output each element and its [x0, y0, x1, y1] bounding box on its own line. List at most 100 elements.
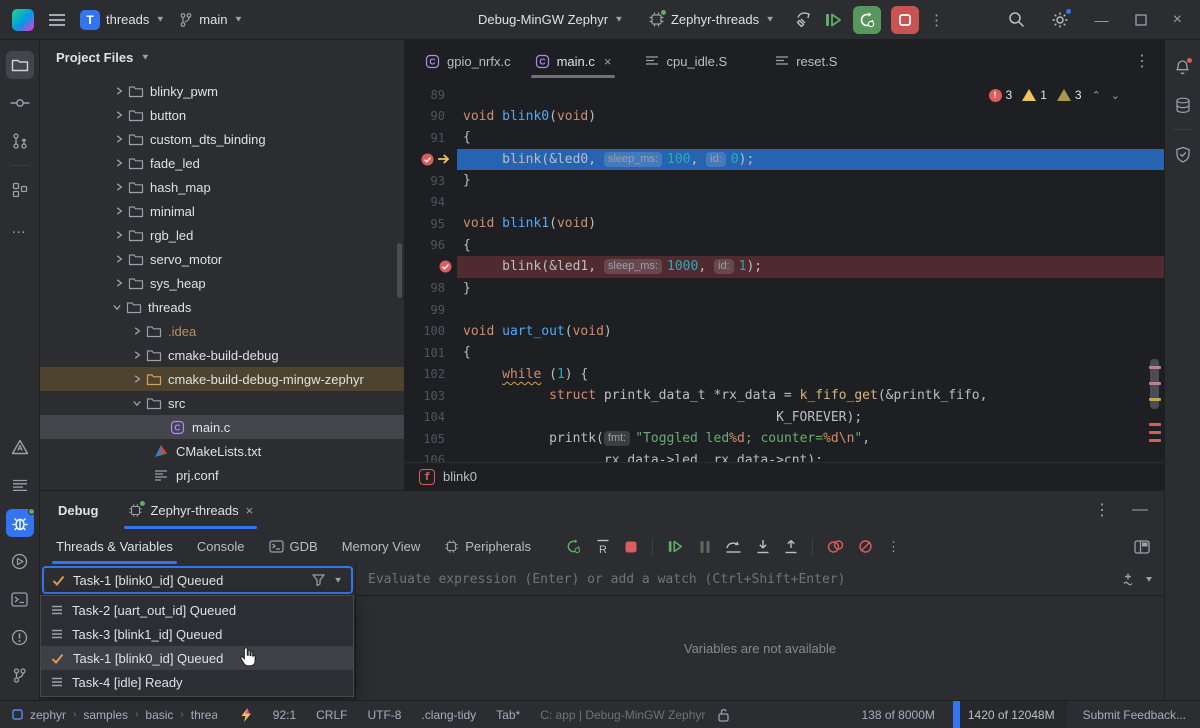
- search-icon[interactable]: [1008, 11, 1025, 28]
- chevron-right-icon[interactable]: [110, 230, 128, 240]
- line-number[interactable]: 106: [405, 450, 457, 463]
- code-line-101[interactable]: 101{: [405, 342, 1164, 364]
- chevron-down-icon[interactable]: ▼: [333, 576, 343, 585]
- build-button[interactable]: [795, 11, 813, 29]
- view-memory[interactable]: Memory View: [342, 529, 421, 564]
- todo-tool-button[interactable]: [6, 471, 34, 499]
- tree-item-threads[interactable]: threads: [40, 295, 404, 319]
- thread-selector-combo[interactable]: Task-1 [blink0_id] Queued ▼: [42, 566, 353, 594]
- tab-gpio-nrfx-c[interactable]: C gpio_nrfx.c: [413, 40, 523, 82]
- status-crumb[interactable]: zephyr: [30, 708, 66, 722]
- database-tool-button[interactable]: [1169, 91, 1197, 119]
- step-out-icon[interactable]: [784, 539, 798, 554]
- status-breadcrumbs[interactable]: zephyr›samples›basic›threads: [30, 708, 217, 722]
- chevron-right-icon[interactable]: [110, 206, 128, 216]
- line-number[interactable]: 95: [405, 213, 457, 235]
- main-menu-icon[interactable]: [48, 13, 66, 27]
- lock-open-icon[interactable]: [717, 708, 730, 722]
- power-save-icon[interactable]: [239, 707, 253, 723]
- close-tab-icon[interactable]: ×: [246, 503, 254, 518]
- code-line-95[interactable]: 95void blink1(void): [405, 213, 1164, 235]
- structure-tool-button[interactable]: [6, 176, 34, 204]
- commit-tool-button[interactable]: [6, 89, 34, 117]
- line-endings[interactable]: CRLF: [316, 708, 347, 722]
- view-breakpoints-icon[interactable]: [827, 539, 844, 554]
- tab-cpu-idle-s[interactable]: cpu_idle.S: [633, 40, 739, 82]
- line-number[interactable]: 94: [405, 192, 457, 214]
- code-line-92[interactable]: blink(&led0, sleep_ms:100, id:0);: [405, 149, 1164, 171]
- step-over-icon[interactable]: [725, 539, 742, 554]
- tree-item-sys-heap[interactable]: sys_heap: [40, 271, 404, 295]
- submit-feedback-link[interactable]: Submit Feedback...: [1083, 708, 1186, 722]
- debug-tool-button[interactable]: [6, 509, 34, 537]
- line-number[interactable]: 104: [405, 407, 457, 429]
- mute-breakpoints-icon[interactable]: [858, 539, 873, 554]
- code-line-94[interactable]: 94: [405, 192, 1164, 214]
- tree-item-rgb-led[interactable]: rgb_led: [40, 223, 404, 247]
- tree-item-custom-dts-binding[interactable]: custom_dts_binding: [40, 127, 404, 151]
- line-number[interactable]: 103: [405, 385, 457, 407]
- evaluate-expression-bar[interactable]: Evaluate expression (Enter) or add a wat…: [356, 564, 1164, 596]
- tab-reset-s[interactable]: reset.S: [763, 40, 849, 82]
- line-number[interactable]: 90: [405, 106, 457, 128]
- security-shield-icon[interactable]: [1169, 140, 1197, 168]
- heap-indicator[interactable]: 138 of 8000M: [861, 708, 934, 722]
- notifications-bell-icon[interactable]: [1169, 53, 1197, 81]
- more-tools-button[interactable]: …: [6, 214, 34, 242]
- next-problem-icon[interactable]: ⌄: [1111, 89, 1120, 102]
- reset-icon[interactable]: R: [596, 539, 610, 555]
- chevron-down-icon[interactable]: [108, 302, 126, 312]
- breakpoint-gutter[interactable]: [405, 149, 457, 171]
- memory-indicator[interactable]: 1420 of 12048M: [953, 701, 1067, 728]
- tree-item-fade-led[interactable]: fade_led: [40, 151, 404, 175]
- chevron-down-icon[interactable]: [128, 398, 146, 408]
- tree-item-minimal[interactable]: minimal: [40, 199, 404, 223]
- code-line-90[interactable]: 90void blink0(void): [405, 106, 1164, 128]
- code-line-102[interactable]: 102 while (1) {: [405, 364, 1164, 386]
- problems-tool-button[interactable]: [6, 623, 34, 651]
- rerun-debug-button[interactable]: [853, 6, 881, 34]
- status-crumb[interactable]: samples: [83, 708, 128, 722]
- line-number[interactable]: 105: [405, 428, 457, 450]
- more-actions-kebab-icon[interactable]: ⋮: [929, 11, 944, 29]
- thread-option[interactable]: Task-4 [idle] Ready: [41, 670, 353, 694]
- view-threads-variables[interactable]: Threads & Variables: [56, 529, 173, 564]
- code-line-91[interactable]: 91{: [405, 127, 1164, 149]
- project-tool-button[interactable]: [6, 51, 34, 79]
- rerun-icon[interactable]: [565, 538, 582, 555]
- clang-tidy-status[interactable]: .clang-tidy: [421, 708, 476, 722]
- line-number[interactable]: 101: [405, 342, 457, 364]
- toolbar-kebab-icon[interactable]: ⋮: [887, 539, 900, 555]
- code-line-106[interactable]: 106 rx_data->led, rx_data->cnt);: [405, 450, 1164, 463]
- project-scrollbar[interactable]: [397, 243, 402, 298]
- chevron-right-icon[interactable]: [110, 182, 128, 192]
- minimize-button[interactable]: —: [1095, 12, 1109, 28]
- maximize-button[interactable]: [1135, 14, 1147, 26]
- tree-item-cmake-build-debug-mingw-zephyr[interactable]: cmake-build-debug-mingw-zephyr: [40, 367, 404, 391]
- status-crumb[interactable]: basic: [145, 708, 173, 722]
- line-number[interactable]: 100: [405, 321, 457, 343]
- breadcrumb-function-name[interactable]: blink0: [443, 469, 477, 484]
- code-area[interactable]: !3 1 3 ⌃ ⌄ 8990void blink0(void)91{ blin…: [405, 82, 1164, 462]
- chevron-right-icon[interactable]: [128, 326, 146, 336]
- close-tab-icon[interactable]: ×: [604, 54, 612, 69]
- error-stripe[interactable]: [1148, 82, 1162, 462]
- chevron-right-icon[interactable]: [128, 350, 146, 360]
- run-config-selector[interactable]: Debug-MinGW Zephyr ▼: [478, 12, 624, 27]
- chevron-right-icon[interactable]: [128, 374, 146, 384]
- line-number[interactable]: 98: [405, 278, 457, 300]
- run-tool-button[interactable]: [6, 547, 34, 575]
- code-line-104[interactable]: 104 K_FOREVER);: [405, 407, 1164, 429]
- pull-requests-tool-button[interactable]: [6, 127, 34, 155]
- tree-item--idea[interactable]: .idea: [40, 319, 404, 343]
- code-line-93[interactable]: 93}: [405, 170, 1164, 192]
- thread-option[interactable]: Task-3 [blink1_id] Queued: [41, 622, 353, 646]
- view-console[interactable]: Console: [197, 529, 245, 564]
- debug-session-selector[interactable]: Zephyr-threads ▼: [648, 11, 775, 28]
- debug-session-tab[interactable]: Zephyr-threads ×: [124, 491, 257, 529]
- layout-settings-icon[interactable]: [1134, 540, 1150, 554]
- breakpoint-gutter[interactable]: [405, 256, 457, 278]
- terminal-tool-button[interactable]: [6, 585, 34, 613]
- git-tool-button[interactable]: [6, 661, 34, 689]
- view-peripherals[interactable]: Peripherals: [444, 529, 531, 564]
